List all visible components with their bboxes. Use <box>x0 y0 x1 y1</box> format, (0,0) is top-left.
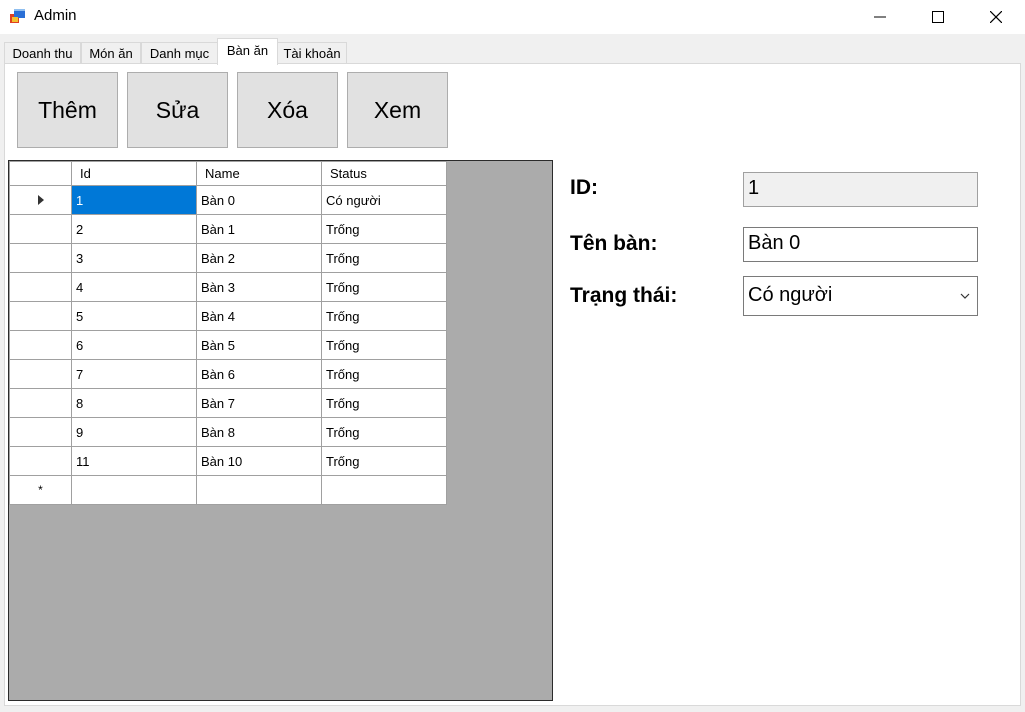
cell-id[interactable]: 11 <box>71 446 197 476</box>
status-dropdown[interactable]: Có người <box>743 276 978 316</box>
cell-status[interactable]: Trống <box>321 388 447 418</box>
cell-status[interactable]: Trống <box>321 214 447 244</box>
window-title: Admin <box>34 7 77 24</box>
row-header[interactable] <box>9 272 72 302</box>
column-header-status[interactable]: Status <box>321 161 447 186</box>
table-row[interactable]: 8 Bàn 7 Trống <box>9 388 447 418</box>
row-header[interactable] <box>9 214 72 244</box>
status-label: Trạng thái: <box>570 284 678 307</box>
table-name-label: Tên bàn: <box>570 232 658 255</box>
chevron-down-icon <box>960 293 970 299</box>
cell-id[interactable]: 6 <box>71 330 197 360</box>
edit-button[interactable]: Sửa <box>127 72 228 148</box>
cell-status[interactable]: Trống <box>321 417 447 447</box>
cell-id[interactable]: 9 <box>71 417 197 447</box>
minimize-button[interactable] <box>851 0 909 34</box>
new-row-cell[interactable] <box>196 475 322 505</box>
add-button[interactable]: Thêm <box>17 72 118 148</box>
header-row: Id Name Status <box>9 161 447 186</box>
cell-id[interactable]: 4 <box>71 272 197 302</box>
new-row-marker[interactable]: * <box>9 475 72 505</box>
row-header[interactable] <box>9 243 72 273</box>
tab-strip: Doanh thu Món ăn Danh mục Bàn ăn Tài kho… <box>0 34 1025 65</box>
close-button[interactable] <box>967 0 1025 34</box>
tables-data-grid[interactable]: Id Name Status 1 Bàn 0 Có người 2 Bàn 1 Trống… <box>8 160 553 701</box>
close-icon <box>990 11 1002 23</box>
view-button[interactable]: Xem <box>347 72 448 148</box>
cell-id[interactable]: 8 <box>71 388 197 418</box>
cell-name[interactable]: Bàn 1 <box>196 214 322 244</box>
row-header[interactable] <box>9 388 72 418</box>
table-row[interactable]: 9 Bàn 8 Trống <box>9 417 447 447</box>
table-name-field[interactable]: Bàn 0 <box>743 227 978 262</box>
cell-name[interactable]: Bàn 0 <box>196 185 322 215</box>
title-bar: Admin <box>0 0 1025 34</box>
status-selected-value: Có người <box>748 284 833 306</box>
delete-button[interactable]: Xóa <box>237 72 338 148</box>
table-row[interactable]: 7 Bàn 6 Trống <box>9 359 447 389</box>
table-row[interactable]: 2 Bàn 1 Trống <box>9 214 447 244</box>
cell-id[interactable]: 5 <box>71 301 197 331</box>
new-row-cell[interactable] <box>71 475 197 505</box>
row-header[interactable] <box>9 359 72 389</box>
tab-tables[interactable]: Bàn ăn <box>217 38 278 65</box>
row-header[interactable] <box>9 417 72 447</box>
cell-status[interactable]: Trống <box>321 446 447 476</box>
cell-name[interactable]: Bàn 8 <box>196 417 322 447</box>
data-grid-table: Id Name Status 1 Bàn 0 Có người 2 Bàn 1 Trống… <box>9 161 447 505</box>
cell-name[interactable]: Bàn 4 <box>196 301 322 331</box>
current-row-arrow-icon <box>37 194 44 205</box>
cell-id[interactable]: 2 <box>71 214 197 244</box>
cell-name[interactable]: Bàn 5 <box>196 330 322 360</box>
tab-label: Món ăn <box>89 46 133 61</box>
maximize-button[interactable] <box>909 0 967 34</box>
column-header-name[interactable]: Name <box>196 161 322 186</box>
cell-id[interactable]: 7 <box>71 359 197 389</box>
cell-status[interactable]: Trống <box>321 301 447 331</box>
row-header[interactable] <box>9 185 72 215</box>
cell-name[interactable]: Bàn 10 <box>196 446 322 476</box>
cell-id[interactable]: 1 <box>71 185 197 215</box>
table-row[interactable]: 11 Bàn 10 Trống <box>9 446 447 476</box>
cell-status[interactable]: Trống <box>321 359 447 389</box>
corner-header[interactable] <box>9 161 72 186</box>
cell-id[interactable]: 3 <box>71 243 197 273</box>
tab-label: Tài khoản <box>283 46 341 61</box>
id-label: ID: <box>570 176 598 199</box>
table-row[interactable]: 4 Bàn 3 Trống <box>9 272 447 302</box>
table-row[interactable]: 5 Bàn 4 Trống <box>9 301 447 331</box>
tab-label: Danh mục <box>149 46 210 61</box>
new-row[interactable]: * <box>9 475 447 505</box>
tab-dishes[interactable]: Món ăn <box>81 42 141 63</box>
tab-label: Doanh thu <box>12 46 73 61</box>
table-row[interactable]: 1 Bàn 0 Có người <box>9 185 447 215</box>
cell-name[interactable]: Bàn 3 <box>196 272 322 302</box>
minimize-icon <box>874 16 886 18</box>
row-header[interactable] <box>9 330 72 360</box>
cell-name[interactable]: Bàn 7 <box>196 388 322 418</box>
cell-status[interactable]: Trống <box>321 243 447 273</box>
cell-name[interactable]: Bàn 6 <box>196 359 322 389</box>
column-header-id[interactable]: Id <box>71 161 197 186</box>
row-header[interactable] <box>9 301 72 331</box>
tab-accounts[interactable]: Tài khoản <box>277 42 347 63</box>
id-field[interactable]: 1 <box>743 172 978 207</box>
tab-revenue[interactable]: Doanh thu <box>4 42 81 63</box>
maximize-icon <box>932 11 944 23</box>
cell-status[interactable]: Có người <box>321 185 447 215</box>
row-header[interactable] <box>9 446 72 476</box>
tab-label: Bàn ăn <box>226 43 269 58</box>
cell-status[interactable]: Trống <box>321 330 447 360</box>
cell-status[interactable]: Trống <box>321 272 447 302</box>
new-row-cell[interactable] <box>321 475 447 505</box>
table-row[interactable]: 3 Bàn 2 Trống <box>9 243 447 273</box>
windows-form-icon <box>10 9 25 23</box>
cell-name[interactable]: Bàn 2 <box>196 243 322 273</box>
table-row[interactable]: 6 Bàn 5 Trống <box>9 330 447 360</box>
tab-categories[interactable]: Danh mục <box>141 42 218 63</box>
window-bottom-edge <box>0 706 1025 712</box>
